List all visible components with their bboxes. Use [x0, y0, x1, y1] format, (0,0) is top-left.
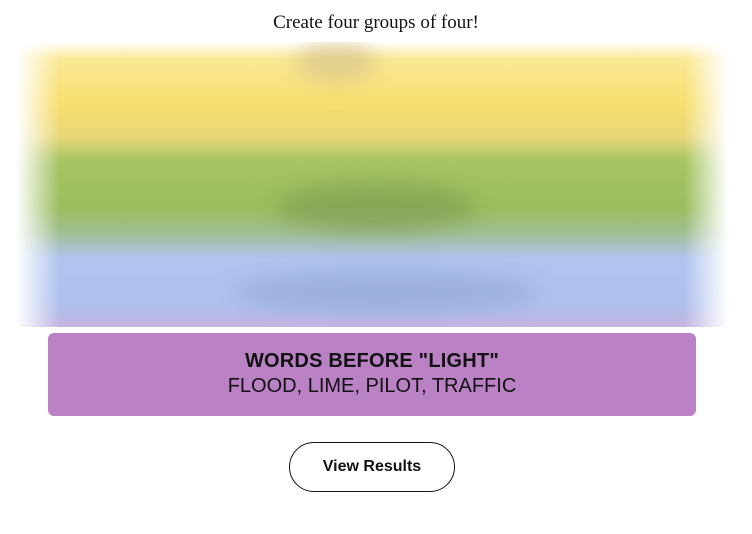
board-fade-left — [16, 42, 60, 327]
group-members-list: FLOOD, LIME, PILOT, TRAFFIC — [227, 375, 517, 397]
board-fade-right — [684, 42, 728, 327]
blurred-solved-groups — [16, 42, 728, 327]
blurred-blue-text-smudge — [236, 272, 536, 312]
instructions-text: Create four groups of four! — [273, 12, 479, 33]
solved-group-purple: WORDS BEFORE "LIGHT" FLOOD, LIME, PILOT,… — [48, 333, 696, 416]
view-results-button[interactable]: View Results — [289, 442, 455, 492]
blurred-yellow-highlight — [296, 42, 376, 82]
blurred-green-text-smudge — [276, 182, 476, 232]
group-category-title: WORDS BEFORE "LIGHT" — [244, 350, 500, 372]
